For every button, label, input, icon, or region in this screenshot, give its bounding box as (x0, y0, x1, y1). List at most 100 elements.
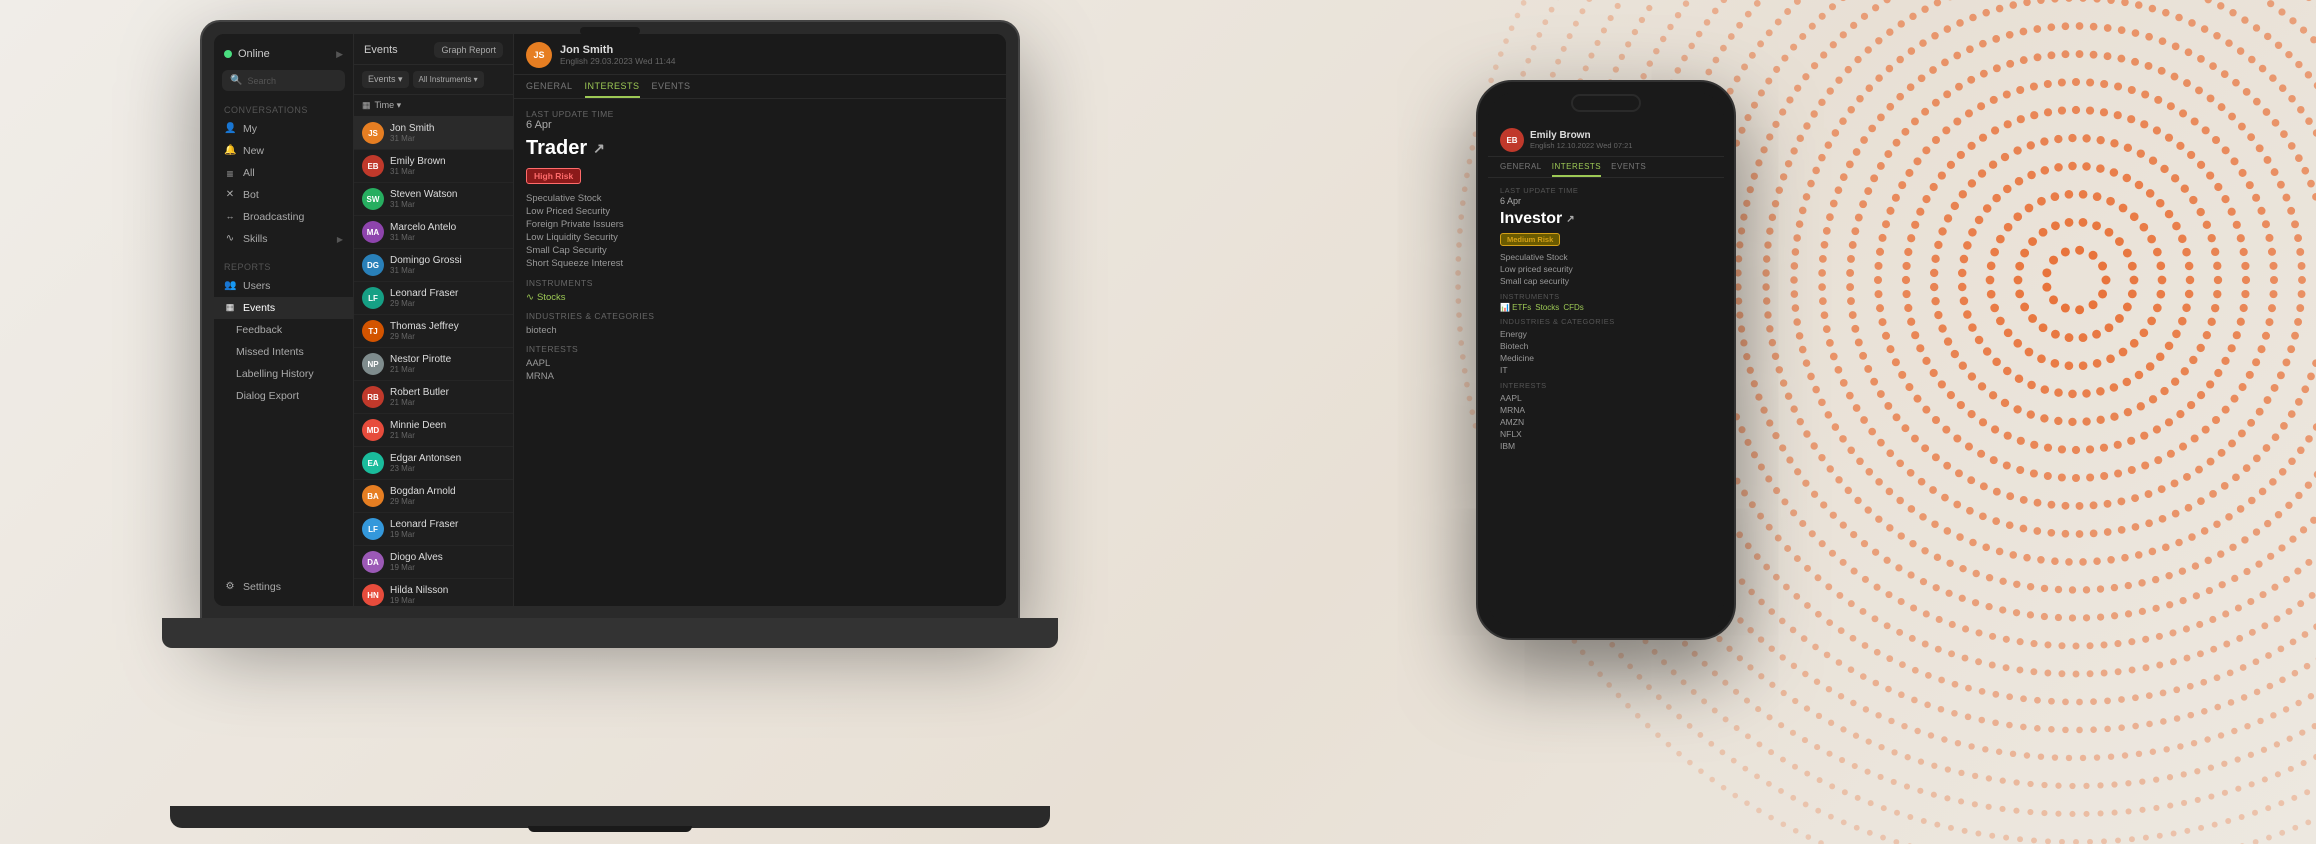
sidebar-item-my-label: My (243, 123, 257, 135)
status-dot (224, 50, 232, 58)
user-name-diogo-alves: Diogo Alves (390, 552, 505, 563)
sidebar-item-events-label: Events (243, 302, 275, 314)
sidebar-item-my[interactable]: 👤 My (214, 118, 353, 140)
user-item-marcelo-antelo[interactable]: MA Marcelo Antelo 31 Mar (354, 216, 513, 249)
phone-interest-mrna: MRNA (1500, 404, 1712, 416)
sidebar-item-dialog-export[interactable]: Dialog Export (214, 385, 353, 407)
user-info-robert-butler: Robert Butler 21 Mar (390, 387, 505, 407)
all-icon: ≡ (224, 167, 236, 179)
phone-industry-energy: Energy (1500, 328, 1712, 340)
user-info-jon-smith: Jon Smith 31 Mar (390, 123, 505, 143)
phone-tab-interests[interactable]: INTERESTS (1552, 162, 1601, 177)
sidebar-item-bot-label: Bot (243, 189, 259, 201)
time-filter[interactable]: ▦ Time ▾ (354, 95, 513, 117)
tag-low-liquidity: Low Liquidity Security (526, 231, 994, 244)
phone-risk-badge: Medium Risk (1500, 233, 1560, 246)
user-date-steven-watson: 31 Mar (390, 200, 505, 209)
tab-general[interactable]: GENERAL (526, 81, 573, 98)
phone-screen: EB Emily Brown English 12.10.2022 Wed 07… (1488, 92, 1724, 628)
phone-tag-speculative: Speculative Stock (1500, 251, 1712, 263)
settings-icon: ⚙ (224, 581, 236, 593)
sidebar-item-all[interactable]: ≡ All (214, 162, 353, 184)
user-info-emily-brown: Emily Brown 31 Mar (390, 156, 505, 176)
phone-user-name: Emily Brown (1530, 130, 1632, 141)
tag-foreign-private: Foreign Private Issuers (526, 218, 994, 231)
user-item-leonard-fraser-1[interactable]: LF Leonard Fraser 29 Mar (354, 282, 513, 315)
sidebar-item-skills-label: Skills (243, 233, 268, 245)
user-date-minnie-deen: 21 Mar (390, 431, 505, 440)
interest-aapl: AAPL (526, 358, 994, 369)
user-item-leonard-fraser-2[interactable]: LF Leonard Fraser 19 Mar (354, 513, 513, 546)
etf-instrument: 📊 ETFs (1500, 303, 1531, 312)
user-info-steven-watson: Steven Watson 31 Mar (390, 189, 505, 209)
skills-chevron: ▶ (337, 235, 343, 244)
sidebar-item-missed-intents-label: Missed Intents (236, 346, 304, 358)
sidebar-search[interactable]: 🔍 Search (222, 70, 345, 91)
tab-events[interactable]: EVENTS (652, 81, 691, 98)
main-wrapper: Online ▶ 🔍 Search CONVERSATIONS 👤 My (0, 0, 2316, 844)
user-item-minnie-deen[interactable]: MD Minnie Deen 21 Mar (354, 414, 513, 447)
tag-short-squeeze: Short Squeeze Interest (526, 257, 994, 270)
user-item-jon-smith[interactable]: JS Jon Smith 31 Mar (354, 117, 513, 150)
sidebar-item-skills[interactable]: ∿ Skills ▶ (214, 228, 353, 250)
user-info-edgar-antonsen: Edgar Antonsen 23 Mar (390, 453, 505, 473)
user-item-thomas-jeffrey[interactable]: TJ Thomas Jeffrey 29 Mar (354, 315, 513, 348)
user-item-domingo-grossi[interactable]: DG Domingo Grossi 31 Mar (354, 249, 513, 282)
avatar-robert-butler: RB (362, 386, 384, 408)
sidebar-item-labelling-history[interactable]: Labelling History (214, 363, 353, 385)
sidebar-item-settings[interactable]: ⚙ Settings (214, 576, 353, 598)
avatar-jon-smith: JS (362, 122, 384, 144)
sidebar-item-broadcasting[interactable]: ↔ Broadcasting (214, 206, 353, 228)
phone-tag-small-cap: Small cap security (1500, 275, 1712, 287)
events-panel: Events Graph Report Events ▾ All Instrum… (354, 34, 514, 606)
sidebar-item-bot[interactable]: ✕ Bot (214, 184, 353, 206)
user-date-thomas-jeffrey: 29 Mar (390, 332, 505, 341)
stocks-label: Stocks (537, 292, 566, 303)
sidebar-item-dialog-export-label: Dialog Export (236, 390, 299, 402)
graph-report-button[interactable]: Graph Report (434, 42, 503, 58)
user-info-nestor-pirotte: Nestor Pirotte 21 Mar (390, 354, 505, 374)
user-item-diogo-alves[interactable]: DA Diogo Alves 19 Mar (354, 546, 513, 579)
time-filter-label: Time ▾ (375, 100, 402, 111)
sidebar-item-new[interactable]: 🔔 New (214, 140, 353, 162)
instruments-filter[interactable]: All Instruments ▾ (413, 71, 484, 88)
user-item-edgar-antonsen[interactable]: EA Edgar Antonsen 23 Mar (354, 447, 513, 480)
user-item-nestor-pirotte[interactable]: NP Nestor Pirotte 21 Mar (354, 348, 513, 381)
phone-industries-list: Energy Biotech Medicine IT (1500, 328, 1712, 376)
user-date-robert-butler: 21 Mar (390, 398, 505, 407)
user-date-domingo-grossi: 31 Mar (390, 266, 505, 275)
user-item-emily-brown[interactable]: EB Emily Brown 31 Mar (354, 150, 513, 183)
user-item-steven-watson[interactable]: SW Steven Watson 31 Mar (354, 183, 513, 216)
avatar-bogdan-arnold: BA (362, 485, 384, 507)
phone-title: Investor ↗ (1500, 210, 1712, 228)
tag-list: Speculative Stock Low Priced Security Fo… (526, 192, 994, 270)
events-panel-title: Events (364, 44, 398, 56)
skills-icon: ∿ (224, 233, 236, 245)
user-item-robert-butler[interactable]: RB Robert Butler 21 Mar (354, 381, 513, 414)
stocks-instrument: Stocks (1535, 303, 1559, 312)
sidebar-item-feedback[interactable]: Feedback (214, 319, 353, 341)
user-list: JS Jon Smith 31 Mar EB Emily Brown (354, 117, 513, 606)
sidebar-item-missed-intents[interactable]: Missed Intents (214, 341, 353, 363)
sidebar-item-events[interactable]: ▦ Events (214, 297, 353, 319)
events-filter[interactable]: Events ▾ (362, 71, 409, 88)
tab-interests[interactable]: INTERESTS (585, 81, 640, 98)
sidebar: Online ▶ 🔍 Search CONVERSATIONS 👤 My (214, 34, 354, 606)
detail-user-name: Jon Smith (560, 44, 675, 56)
user-item-hilda-nilsson[interactable]: HN Hilda Nilsson 19 Mar (354, 579, 513, 606)
search-placeholder: Search (247, 76, 276, 86)
avatar-edgar-antonsen: EA (362, 452, 384, 474)
sidebar-item-broadcasting-label: Broadcasting (243, 211, 304, 223)
industries-value: biotech (526, 325, 994, 336)
sidebar-item-users[interactable]: 👥 Users (214, 275, 353, 297)
user-item-bogdan-arnold[interactable]: BA Bogdan Arnold 29 Mar (354, 480, 513, 513)
phone-tab-general[interactable]: GENERAL (1500, 162, 1542, 177)
user-info-minnie-deen: Minnie Deen 21 Mar (390, 420, 505, 440)
phone-last-update-label: LAST UPDATE TIME (1500, 186, 1712, 195)
phone-interest-ibm: IBM (1500, 440, 1712, 452)
user-name-leonard-fraser-2: Leonard Fraser (390, 519, 505, 530)
phone-tab-events[interactable]: EVENTS (1611, 162, 1646, 177)
detail-header: JS Jon Smith English 29.03.2023 Wed 11:4… (514, 34, 1006, 75)
avatar-thomas-jeffrey: TJ (362, 320, 384, 342)
user-name-jon-smith: Jon Smith (390, 123, 505, 134)
